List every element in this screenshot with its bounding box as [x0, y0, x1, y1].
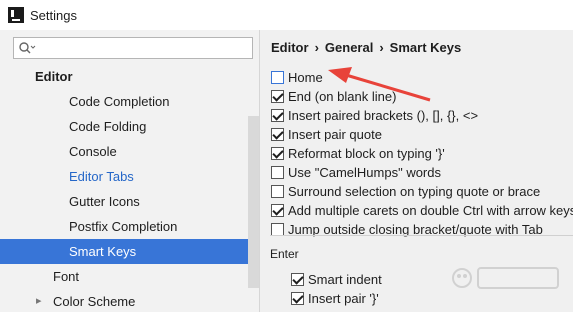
option-insert-pair-brace[interactable]: Insert pair '}' — [291, 289, 379, 308]
option-label: Insert pair '}' — [308, 291, 379, 306]
option-home[interactable]: Home — [271, 68, 323, 87]
tree-item-code-completion[interactable]: Code Completion — [0, 89, 248, 114]
breadcrumb: Editor › General › Smart Keys — [271, 40, 461, 55]
home-checkbox[interactable] — [271, 71, 284, 84]
insert-pair-quote-checkbox[interactable] — [271, 128, 284, 141]
tree-item-smart-keys[interactable]: Smart Keys — [0, 239, 248, 264]
tree-item-console[interactable]: Console — [0, 139, 248, 164]
camelhumps-checkbox[interactable] — [271, 166, 284, 179]
watermark-logo-icon — [452, 267, 559, 289]
breadcrumb-smart-keys: Smart Keys — [389, 40, 462, 55]
tree-item-gutter-icons[interactable]: Gutter Icons — [0, 189, 248, 214]
option-jump-outside-bracket[interactable]: Jump outside closing bracket/quote with … — [271, 220, 543, 239]
option-reformat-block[interactable]: Reformat block on typing '}' — [271, 144, 445, 163]
settings-sidebar: Editor Code Completion Code Folding Cons… — [0, 30, 260, 312]
option-camelhumps[interactable]: Use "CamelHumps" words — [271, 163, 441, 182]
option-label: Insert paired brackets (), [], {}, <> — [288, 108, 479, 123]
end-blank-line-checkbox[interactable] — [271, 90, 284, 103]
tree-item-postfix-completion[interactable]: Postfix Completion — [0, 214, 248, 239]
breadcrumb-separator: › — [314, 40, 319, 55]
reformat-block-checkbox[interactable] — [271, 147, 284, 160]
smart-indent-checkbox[interactable] — [291, 273, 304, 286]
option-label: Add multiple carets on double Ctrl with … — [288, 203, 573, 218]
tree-item-editor-tabs[interactable]: Editor Tabs — [0, 164, 248, 189]
sidebar-scrollbar[interactable] — [248, 116, 259, 288]
breadcrumb-editor: Editor — [271, 40, 309, 55]
section-divider — [270, 235, 573, 236]
option-insert-pair-quote[interactable]: Insert pair quote — [271, 125, 382, 144]
option-label: Surround selection on typing quote or br… — [288, 184, 541, 199]
option-multiple-carets[interactable]: Add multiple carets on double Ctrl with … — [271, 201, 573, 220]
option-surround-selection[interactable]: Surround selection on typing quote or br… — [271, 182, 540, 201]
option-label: Home — [288, 70, 323, 85]
tree-item-code-folding[interactable]: Code Folding — [0, 114, 248, 139]
insert-paired-brackets-checkbox[interactable] — [271, 109, 284, 122]
tree-item-color-scheme[interactable]: ▸ Color Scheme — [0, 289, 248, 312]
option-label: Use "CamelHumps" words — [288, 165, 441, 180]
annotation-arrow-icon — [328, 67, 431, 102]
option-label: Smart indent — [308, 272, 382, 287]
surround-selection-checkbox[interactable] — [271, 185, 284, 198]
option-smart-indent[interactable]: Smart indent — [291, 270, 382, 289]
tree-section-editor[interactable]: Editor — [0, 64, 248, 89]
enter-section-title: Enter — [270, 247, 299, 261]
multiple-carets-checkbox[interactable] — [271, 204, 284, 217]
window-title: Settings — [30, 7, 77, 23]
intellij-app-icon — [8, 7, 24, 23]
option-insert-paired-brackets[interactable]: Insert paired brackets (), [], {}, <> — [271, 106, 478, 125]
search-icon — [19, 42, 36, 54]
chevron-right-icon[interactable]: ▸ — [36, 289, 42, 312]
insert-pair-brace-checkbox[interactable] — [291, 292, 304, 305]
settings-search-input[interactable] — [13, 37, 253, 59]
option-label: Insert pair quote — [288, 127, 382, 142]
tree-item-color-scheme-label: Color Scheme — [53, 294, 136, 309]
option-label: Reformat block on typing '}' — [288, 146, 445, 161]
breadcrumb-general: General — [324, 40, 374, 55]
breadcrumb-separator: › — [379, 40, 384, 55]
title-bar: Settings — [0, 0, 573, 30]
tree-item-font[interactable]: Font — [0, 264, 248, 289]
